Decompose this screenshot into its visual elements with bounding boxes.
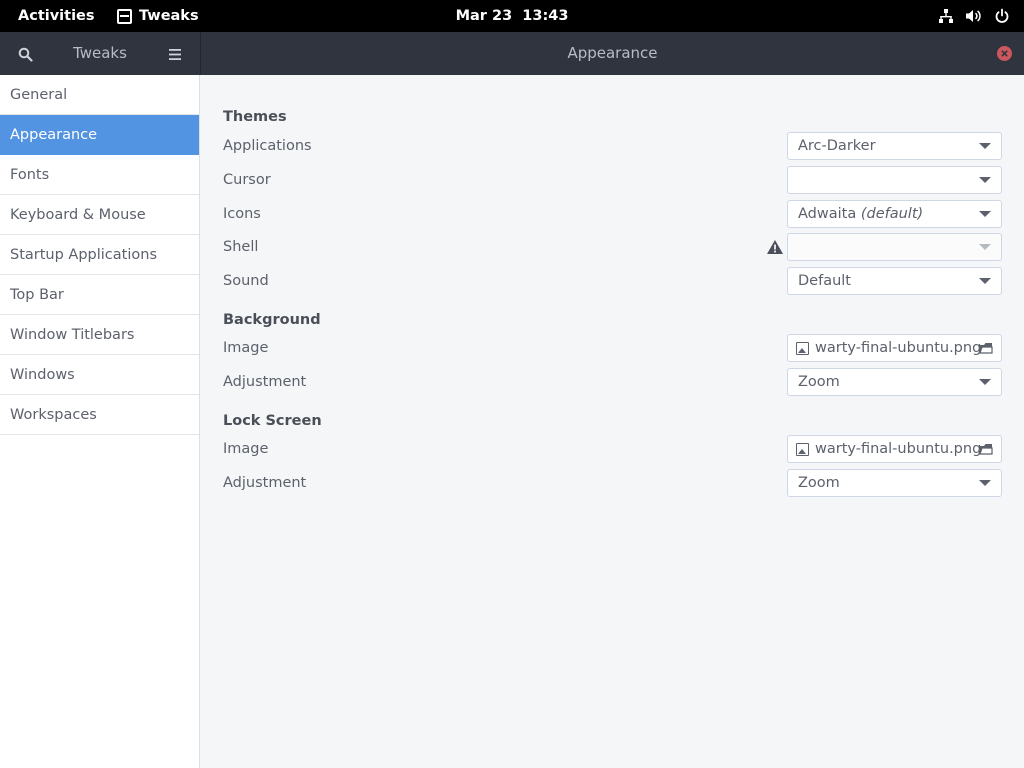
close-button[interactable] (997, 46, 1012, 61)
volume-icon[interactable] (965, 8, 983, 24)
close-icon (1001, 50, 1008, 57)
background-heading: Background (223, 312, 321, 328)
background-adjustment-dropdown[interactable]: Zoom (787, 368, 1002, 396)
power-icon[interactable] (994, 8, 1010, 24)
icons-theme-value: Adwaita (798, 206, 857, 222)
sound-theme-value: Default (798, 273, 851, 289)
document-open-icon (979, 444, 993, 455)
background-adjustment-label: Adjustment (223, 374, 307, 390)
activities-button[interactable]: Activities (18, 0, 95, 32)
header-left: Tweaks (0, 32, 200, 75)
clock-button[interactable]: Mar 23 13:43 (456, 8, 569, 24)
chevron-down-icon (979, 143, 991, 149)
sidebar: General Appearance Fonts Keyboard & Mous… (0, 75, 200, 768)
themes-heading: Themes (223, 109, 287, 125)
lock-screen-adjustment-value: Zoom (798, 475, 840, 491)
app-menu-button[interactable]: Tweaks (117, 0, 199, 32)
image-file-icon (796, 443, 809, 456)
lock-screen-heading: Lock Screen (223, 413, 322, 429)
search-button[interactable] (14, 43, 36, 65)
icons-theme-default-suffix: (default) (860, 206, 924, 222)
sound-theme-dropdown[interactable]: Default (787, 267, 1002, 295)
lock-screen-image-filename: warty-final-ubuntu.png (815, 441, 982, 457)
shell-theme-dropdown[interactable] (787, 233, 1002, 261)
lock-screen-adjustment-dropdown[interactable]: Zoom (787, 469, 1002, 497)
sound-label: Sound (223, 273, 269, 289)
chevron-down-icon (979, 480, 991, 486)
cursor-label: Cursor (223, 172, 271, 188)
search-icon (18, 47, 33, 62)
background-adjustment-value: Zoom (798, 374, 840, 390)
applications-label: Applications (223, 138, 312, 154)
sidebar-title: Tweaks (73, 44, 127, 62)
cursor-theme-dropdown[interactable] (787, 166, 1002, 194)
lock-screen-adjustment-label: Adjustment (223, 475, 307, 491)
applications-theme-value: Arc-Darker (798, 138, 876, 154)
sidebar-item-startup-applications[interactable]: Startup Applications (0, 235, 199, 275)
sidebar-item-general[interactable]: General (0, 75, 199, 115)
tweaks-icon (117, 8, 132, 24)
chevron-down-icon (979, 211, 991, 217)
sidebar-item-window-titlebars[interactable]: Window Titlebars (0, 315, 199, 355)
sidebar-item-fonts[interactable]: Fonts (0, 155, 199, 195)
shell-label: Shell (223, 239, 259, 255)
chevron-down-icon (979, 278, 991, 284)
chevron-down-icon (979, 177, 991, 183)
icons-theme-dropdown[interactable]: Adwaita (default) (787, 200, 1002, 228)
icons-label: Icons (223, 206, 261, 222)
document-open-icon (979, 343, 993, 354)
sidebar-item-keyboard-mouse[interactable]: Keyboard & Mouse (0, 195, 199, 235)
sidebar-item-top-bar[interactable]: Top Bar (0, 275, 199, 315)
top-bar: Activities Tweaks Mar 23 13:43 (0, 0, 1024, 32)
network-icon[interactable] (938, 8, 954, 24)
background-image-filename: warty-final-ubuntu.png (815, 340, 982, 356)
warning-icon (767, 240, 783, 254)
app-menu-label: Tweaks (139, 8, 199, 24)
background-image-chooser[interactable]: warty-final-ubuntu.png (787, 334, 1002, 362)
header-bar: Tweaks Appearance (0, 32, 1024, 75)
hamburger-icon (169, 48, 181, 60)
lock-screen-image-chooser[interactable]: warty-final-ubuntu.png (787, 435, 1002, 463)
chevron-down-icon (979, 379, 991, 385)
sidebar-item-windows[interactable]: Windows (0, 355, 199, 395)
hamburger-menu-button[interactable] (164, 43, 186, 65)
status-area[interactable] (938, 0, 1010, 32)
sidebar-item-workspaces[interactable]: Workspaces (0, 395, 199, 435)
appearance-panel: Themes Applications Arc-Darker Cursor Ic… (201, 75, 1024, 768)
chevron-down-icon (979, 244, 991, 250)
lock-screen-image-label: Image (223, 441, 269, 457)
background-image-label: Image (223, 340, 269, 356)
sidebar-item-appearance[interactable]: Appearance (0, 115, 199, 155)
image-file-icon (796, 342, 809, 355)
window-title: Appearance (567, 44, 658, 62)
applications-theme-dropdown[interactable]: Arc-Darker (787, 132, 1002, 160)
